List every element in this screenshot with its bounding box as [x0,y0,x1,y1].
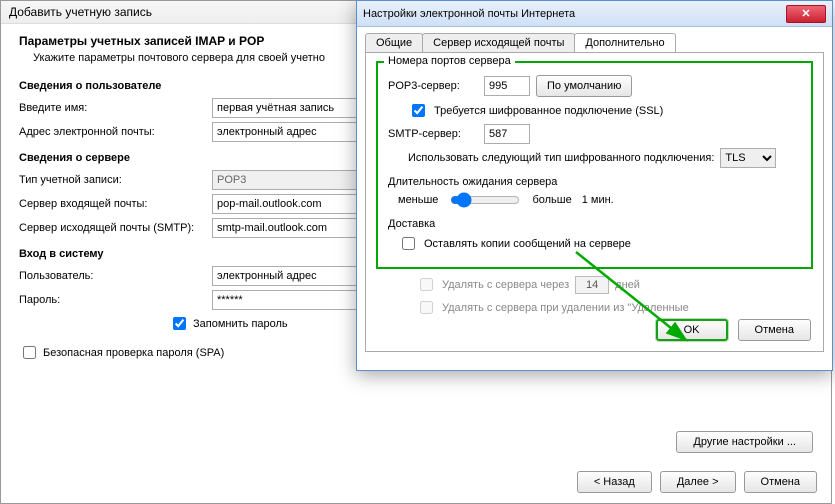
days-spinner [575,276,609,294]
default-ports-button[interactable]: По умолчанию [536,75,632,97]
next-button[interactable]: Далее > [660,471,736,493]
smtp-port-input[interactable] [484,124,530,144]
outgoing-input[interactable] [212,218,357,238]
front-dialog-title: Настройки электронной почты Интернета [363,8,575,20]
close-icon: ✕ [801,7,810,20]
spa-label: Безопасная проверка пароля (SPA) [43,347,224,359]
highlight-box: Номера портов сервера POP3-сервер: По ум… [376,61,813,269]
email-settings-dialog: Настройки электронной почты Интернета ✕ … [356,0,833,371]
timeout-slider[interactable] [450,192,520,208]
incoming-input[interactable] [212,194,357,214]
username-label: Пользователь: [19,270,204,282]
incoming-label: Сервер входящей почты: [19,198,204,210]
delete-from-trash-label: Удалять с сервера при удалении из "Удале… [442,302,689,314]
spa-checkbox[interactable] [23,346,36,359]
back-button[interactable]: < Назад [577,471,652,493]
delivery-heading: Доставка [388,218,801,230]
name-label: Введите имя: [19,102,204,114]
tab-outgoing-server[interactable]: Сервер исходящей почты [422,33,575,52]
name-input[interactable] [212,98,357,118]
cancel-button[interactable]: Отмена [738,319,811,341]
remember-password-label: Запомнить пароль [193,318,288,330]
days-label: дней [615,279,640,291]
cancel-wizard-button[interactable]: Отмена [744,471,817,493]
leave-copy-label: Оставлять копии сообщений на сервере [424,238,631,250]
password-input[interactable] [212,290,357,310]
account-type-label: Тип учетной записи: [19,174,204,186]
tab-general[interactable]: Общие [365,33,423,52]
password-label: Пароль: [19,294,204,306]
timeout-heading: Длительность ожидания сервера [388,176,801,188]
outgoing-label: Сервер исходящей почты (SMTP): [19,222,204,234]
server-ports-legend: Номера портов сервера [384,55,515,67]
smtp-label: SMTP-сервер: [388,128,478,140]
leave-copy-checkbox[interactable] [402,237,415,250]
encryption-type-select[interactable]: TLS [720,148,776,168]
tab-advanced-panel: Номера портов сервера POP3-сервер: По ум… [365,52,824,352]
timeout-less-label: меньше [398,194,438,206]
remember-password-checkbox[interactable] [173,317,186,330]
close-button[interactable]: ✕ [786,5,826,23]
more-settings-button[interactable]: Другие настройки ... [676,431,813,453]
timeout-value: 1 мин. [582,194,614,206]
ok-button[interactable]: OK [656,319,728,341]
delete-after-checkbox [420,278,433,291]
delete-after-label: Удалять с сервера через [442,279,569,291]
ssl-required-label: Требуется шифрованное подключение (SSL) [434,105,663,117]
username-input[interactable] [212,266,357,286]
delete-from-trash-checkbox [420,301,433,314]
account-type-select [212,170,357,190]
ssl-required-checkbox[interactable] [412,104,425,117]
email-input[interactable] [212,122,357,142]
tab-advanced[interactable]: Дополнительно [574,33,675,52]
pop3-label: POP3-сервер: [388,80,478,92]
encryption-type-label: Использовать следующий тип шифрованного … [408,152,714,164]
email-label: Адрес электронной почты: [19,126,204,138]
pop3-port-input[interactable] [484,76,530,96]
timeout-more-label: больше [532,194,571,206]
